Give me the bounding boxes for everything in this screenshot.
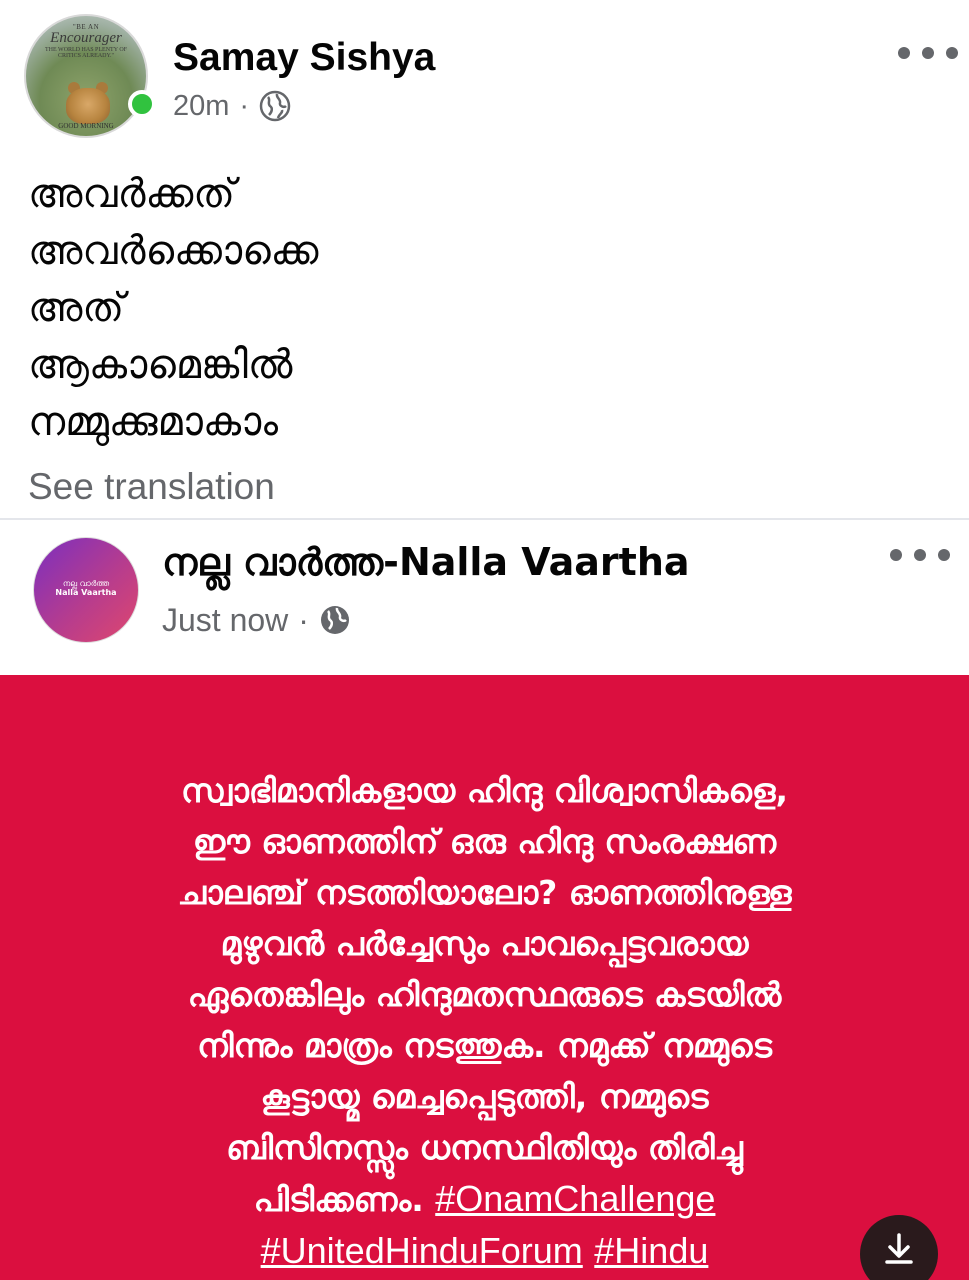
image-text-line: ബിസിനസ്സും ധനസ്ഥിതിയും തിരിച്ചു [226,1128,743,1167]
post-text-line: അവർക്കൊക്കെ [28,228,319,274]
image-text-line: ചാലഞ്ച് നടത്തിയാലോ? ഓണത്തിനുള്ള [177,873,792,912]
image-text-line: #UnitedHinduForum #Hindu [40,1225,929,1277]
lion-cub-image [66,88,110,124]
hashtag-link[interactable]: #OnamChallenge [435,1178,715,1219]
image-text-line: ഏതെങ്കിലും ഹിന്ദുമതസ്ഥരുടെ കടയിൽ [187,975,782,1014]
hashtag-link[interactable]: #Hindu [594,1230,708,1271]
shared-post-time[interactable]: Just now [162,602,288,639]
more-dot [898,47,910,59]
page-name[interactable]: നല്ല വാർത്ത-Nalla Vaartha [162,540,690,585]
image-text-line: നിന്നും മാത്രം നടത്തുക. നമുക്ക് നമ്മുടെ [197,1026,772,1065]
image-text-line: ഈ ഓണത്തിന് ഒരു ഹിന്ദു സംരക്ഷണ [192,822,777,861]
author-avatar[interactable]: "BE AN Encourager THE WORLD HAS PLENTY O… [24,14,148,138]
post-text-line: അവർക്കത് [28,171,236,217]
image-text-fragment: പിടിക്കണം. [253,1180,424,1219]
divider [0,518,969,520]
post-text: അവർക്കത് അവർക്കൊക്കെ അത് ആകാമെങ്കിൽ നമ്മ… [28,166,318,451]
image-text-line: മുഴുവൻ പർച്ചേസും പാവപ്പെട്ടവരായ [220,924,749,963]
online-status-indicator [128,90,156,118]
meta-separator: · [298,601,309,638]
post-time[interactable]: 20m [173,90,229,123]
page-avatar[interactable]: നല്ല വാർത്ത Nalla Vaartha [33,537,139,643]
more-dot [938,549,950,561]
meta-separator: · [239,89,250,122]
more-options-button[interactable] [898,38,958,68]
see-translation-link[interactable]: See translation [28,466,275,508]
globe-icon[interactable] [319,604,351,636]
shared-post-meta: Just now · [162,600,351,640]
post-text-line: അത് [28,285,125,331]
more-dot [914,549,926,561]
post-meta: 20m · [173,88,291,124]
avatar-quote: "BE AN Encourager THE WORLD HAS PLENTY O… [45,23,127,60]
download-icon [885,1233,913,1264]
shared-image[interactable]: സ്വാഭിമാനികളായ ഹിന്ദു വിശ്വാസികളെ, ഈ ഓണത… [0,675,969,1280]
more-dot [922,47,934,59]
post-text-line: നമ്മുക്കുമാകാം [28,399,279,445]
globe-icon[interactable] [259,90,291,122]
post-text-line: ആകാമെങ്കിൽ [28,342,293,388]
author-name[interactable]: Samay Sishya [173,36,435,80]
hashtag-link[interactable]: #UnitedHinduForum [261,1230,583,1271]
image-text-line: കൂട്ടായ്മ മെച്ചപ്പെടുത്തി, നമ്മുടെ [260,1077,709,1116]
more-options-button[interactable] [890,540,950,570]
image-text: സ്വാഭിമാനികളായ ഹിന്ദു വിശ്വാസികളെ, ഈ ഓണത… [40,765,929,1277]
facebook-feed: "BE AN Encourager THE WORLD HAS PLENTY O… [0,0,969,1280]
more-dot [946,47,958,59]
page-logo: നല്ല വാർത്ത Nalla Vaartha [55,579,117,597]
image-text-line: പിടിക്കണം. #OnamChallenge [40,1173,929,1225]
image-text-line: സ്വാഭിമാനികളായ ഹിന്ദു വിശ്വാസികളെ, [180,771,789,810]
more-dot [890,549,902,561]
